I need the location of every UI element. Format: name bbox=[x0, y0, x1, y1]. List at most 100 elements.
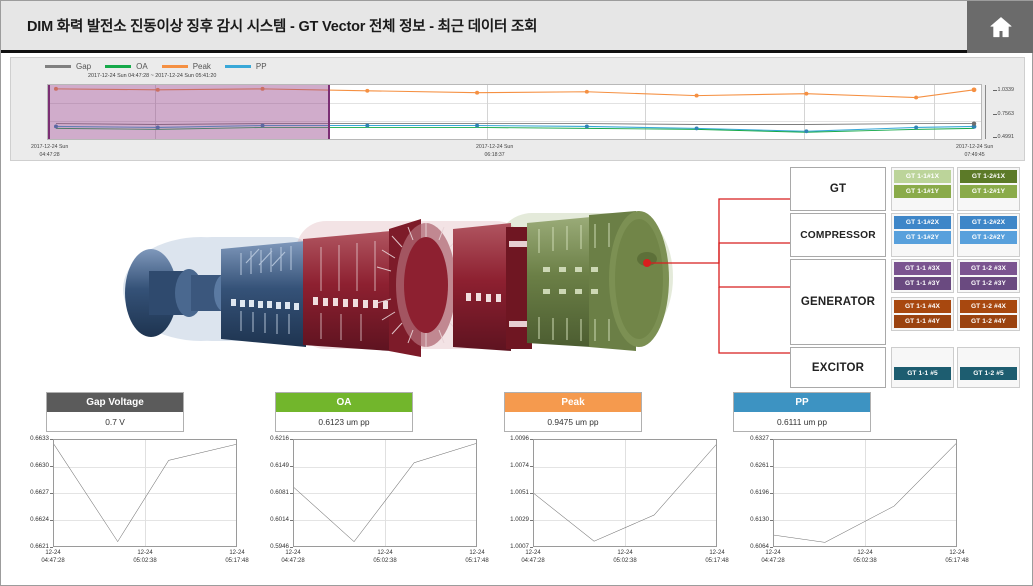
x-tick-date: 12-24 bbox=[229, 550, 245, 556]
sensor-gt-1-1-1y[interactable]: GT 1-1#1Y bbox=[894, 185, 951, 198]
series-line bbox=[54, 440, 236, 546]
sensor-gt-1-1-4x[interactable]: GT 1-1 #4X bbox=[894, 300, 951, 313]
tree-group-generator[interactable]: GENERATOR GT 1-1 #3X GT 1-1 #3Y GT 1-2 #… bbox=[790, 259, 1020, 345]
sensor-gt-1-1-4y[interactable]: GT 1-1 #4Y bbox=[894, 315, 951, 328]
sensor-columns-generator: GT 1-1 #3X GT 1-1 #3Y GT 1-2 #3X GT 1-2 … bbox=[891, 259, 1020, 345]
y-axis-tick: 0.6627 bbox=[9, 489, 53, 496]
legend-swatch-gap bbox=[45, 65, 71, 68]
legend-label-oa: OA bbox=[136, 62, 148, 71]
sensor-columns-gt: GT 1-1#1X GT 1-1#1Y GT 1-2#1X GT 1-2#1Y bbox=[891, 167, 1020, 211]
y-axis-tick: 0.6216 bbox=[249, 435, 293, 442]
overview-xtick-line1: 2017-12-24 Sun bbox=[31, 144, 69, 150]
legend-swatch-peak bbox=[161, 65, 188, 68]
sensor-gt-1-2-4x[interactable]: GT 1-2 #4X bbox=[960, 300, 1017, 313]
card-oa[interactable]: OA 0.6123 um pp bbox=[275, 392, 413, 432]
chart-legend: Gap OA Peak PP bbox=[45, 62, 267, 71]
legend-swatch-pp bbox=[224, 65, 251, 68]
x-tick-date: 12-24 bbox=[709, 550, 725, 556]
sensor-gt-1-2-2y[interactable]: GT 1-2#2Y bbox=[960, 231, 1017, 244]
sensor-column: GT 1-2#1X GT 1-2#1Y bbox=[957, 167, 1020, 211]
sensor-gt-1-1-2y[interactable]: GT 1-1#2Y bbox=[894, 231, 951, 244]
legend-label-peak: Peak bbox=[192, 62, 211, 71]
x-axis-tick: 12-24 04:47:28 bbox=[511, 549, 555, 565]
card-title-oa: OA bbox=[276, 393, 412, 412]
plot-area bbox=[293, 439, 477, 547]
sensor-gt-1-1-3y[interactable]: GT 1-1 #3Y bbox=[894, 277, 951, 290]
tree-group-label-gt: GT bbox=[790, 167, 886, 211]
sensor-gt-1-1-3x[interactable]: GT 1-1 #3X bbox=[894, 262, 951, 275]
legend-item-pp: PP bbox=[224, 62, 267, 71]
card-value-peak: 0.9475 um pp bbox=[505, 412, 641, 431]
tree-group-excitor[interactable]: EXCITOR GT 1-1 #5 GT 1-2 #5 bbox=[790, 347, 1020, 388]
tree-group-compressor[interactable]: COMPRESSOR GT 1-1#2X GT 1-1#2Y GT 1-2#2X… bbox=[790, 213, 1020, 257]
sensor-row-3: GT 1-1 #3X GT 1-1 #3Y GT 1-2 #3X GT 1-2 … bbox=[891, 259, 1020, 293]
overview-chart[interactable]: Gap OA Peak PP 2017-12-24 Sun 04:47:28 ~… bbox=[10, 57, 1025, 161]
x-axis-tick: 12-24 05:02:38 bbox=[123, 549, 167, 565]
home-icon bbox=[988, 14, 1014, 40]
x-tick-time: 05:17:48 bbox=[945, 558, 969, 565]
turbine-illustration bbox=[91, 171, 691, 381]
sensor-column: GT 1-1#2X GT 1-1#2Y bbox=[891, 213, 954, 257]
overview-xtick-line1: 2017-12-24 Sun bbox=[476, 144, 514, 150]
sensor-gt-1-2-3y[interactable]: GT 1-2 #3Y bbox=[960, 277, 1017, 290]
tree-group-label-compressor: COMPRESSOR bbox=[790, 213, 886, 257]
overview-xtick-line2: 04:47:28 bbox=[39, 151, 60, 158]
series-line bbox=[534, 440, 716, 546]
page-title: DIM 화력 발전소 진동이상 징후 감시 시스템 - GT Vector 전체… bbox=[27, 19, 538, 35]
y-axis-tick: 0.6624 bbox=[9, 516, 53, 523]
legend-item-oa: OA bbox=[105, 62, 148, 71]
tree-group-label-generator: GENERATOR bbox=[790, 259, 886, 345]
series-line bbox=[294, 440, 476, 546]
overview-ytick: 0.7563 bbox=[992, 111, 1014, 117]
sensor-column: GT 1-1 #3X GT 1-1 #3Y bbox=[891, 259, 954, 293]
chart-peak[interactable]: 1.0007 1.0029 1.0051 1.0074 1.0096 12-24 04:47… bbox=[489, 435, 729, 583]
legend-item-peak: Peak bbox=[161, 62, 211, 71]
sensor-columns-excitor: GT 1-1 #5 GT 1-2 #5 bbox=[891, 347, 1020, 388]
overview-xtick: 2017-12-24 Sun 04:47:28 bbox=[31, 144, 68, 159]
x-tick-date: 12-24 bbox=[377, 550, 393, 556]
y-axis-tick: 0.6633 bbox=[9, 435, 53, 442]
home-button[interactable] bbox=[967, 1, 1033, 53]
overview-plot-area[interactable]: 2017-12-24 Sun 04:47:28 ~ 2017-12-24 Sun… bbox=[47, 73, 1014, 140]
y-axis-tick: 0.6327 bbox=[729, 435, 773, 442]
overview-xtick-line2: 07:49:45 bbox=[964, 151, 985, 158]
sensor-gt-1-2-5[interactable]: GT 1-2 #5 bbox=[960, 366, 1017, 380]
sensor-gt-1-2-3x[interactable]: GT 1-2 #3X bbox=[960, 262, 1017, 275]
app-header: DIM 화력 발전소 진동이상 징후 감시 시스템 - GT Vector 전체… bbox=[1, 1, 1033, 53]
card-value-gap-voltage: 0.7 V bbox=[47, 412, 183, 431]
sensor-gt-1-1-2x[interactable]: GT 1-1#2X bbox=[894, 216, 951, 229]
sensor-gt-1-1-1x[interactable]: GT 1-1#1X bbox=[894, 170, 951, 183]
x-tick-time: 04:47:28 bbox=[41, 558, 65, 565]
chart-pp[interactable]: 0.6064 0.6130 0.6196 0.6261 0.6327 12-24 04:47… bbox=[729, 435, 969, 583]
x-tick-date: 12-24 bbox=[137, 550, 153, 556]
sensor-columns-compressor: GT 1-1#2X GT 1-1#2Y GT 1-2#2X GT 1-2#2Y bbox=[891, 213, 1020, 257]
sensor-gt-1-1-5[interactable]: GT 1-1 #5 bbox=[894, 366, 951, 380]
legend-label-gap: Gap bbox=[76, 62, 92, 71]
chart-oa[interactable]: 0.5946 0.6014 0.6081 0.6149 0.6216 12-24 04:47… bbox=[249, 435, 489, 583]
legend-item-gap: Gap bbox=[45, 62, 91, 71]
overview-xtick-line2: 06:18:37 bbox=[484, 151, 505, 158]
card-title-peak: Peak bbox=[505, 393, 641, 412]
overview-selection-range[interactable]: 2017-12-24 Sun 04:47:28 ~ 2017-12-24 Sun… bbox=[48, 73, 330, 139]
tree-group-gt[interactable]: GT GT 1-1#1X GT 1-1#1Y GT 1-2#1X GT 1-2#… bbox=[790, 167, 1020, 211]
sensor-gt-1-2-1y[interactable]: GT 1-2#1Y bbox=[960, 185, 1017, 198]
sensor-connector-lines bbox=[641, 177, 796, 377]
x-tick-date: 12-24 bbox=[765, 550, 781, 556]
tree-group-label-excitor: EXCITOR bbox=[790, 347, 886, 388]
sensor-gt-1-2-2x[interactable]: GT 1-2#2X bbox=[960, 216, 1017, 229]
overview-ytick: 0.4991 bbox=[992, 134, 1014, 140]
sensor-gt-1-2-1x[interactable]: GT 1-2#1X bbox=[960, 170, 1017, 183]
sensor-gt-1-2-4y[interactable]: GT 1-2 #4Y bbox=[960, 315, 1017, 328]
card-peak[interactable]: Peak 0.9475 um pp bbox=[504, 392, 642, 432]
x-tick-time: 04:47:28 bbox=[521, 558, 545, 565]
x-tick-date: 12-24 bbox=[469, 550, 485, 556]
x-tick-time: 04:47:28 bbox=[281, 558, 305, 565]
chart-gap-voltage[interactable]: 0.6621 0.6624 0.6627 0.6630 0.6633 12-24 04:47… bbox=[9, 435, 249, 583]
card-pp[interactable]: PP 0.6111 um pp bbox=[733, 392, 871, 432]
sensor-column: GT 1-2#2X GT 1-2#2Y bbox=[957, 213, 1020, 257]
card-gap-voltage[interactable]: Gap Voltage 0.7 V bbox=[46, 392, 184, 432]
x-tick-time: 05:02:38 bbox=[613, 558, 637, 565]
metric-cards: Gap Voltage 0.7 V OA 0.6123 um pp Peak 0… bbox=[1, 392, 1033, 432]
x-axis-tick: 12-24 04:47:28 bbox=[751, 549, 795, 565]
y-axis-tick: 0.6081 bbox=[249, 489, 293, 496]
